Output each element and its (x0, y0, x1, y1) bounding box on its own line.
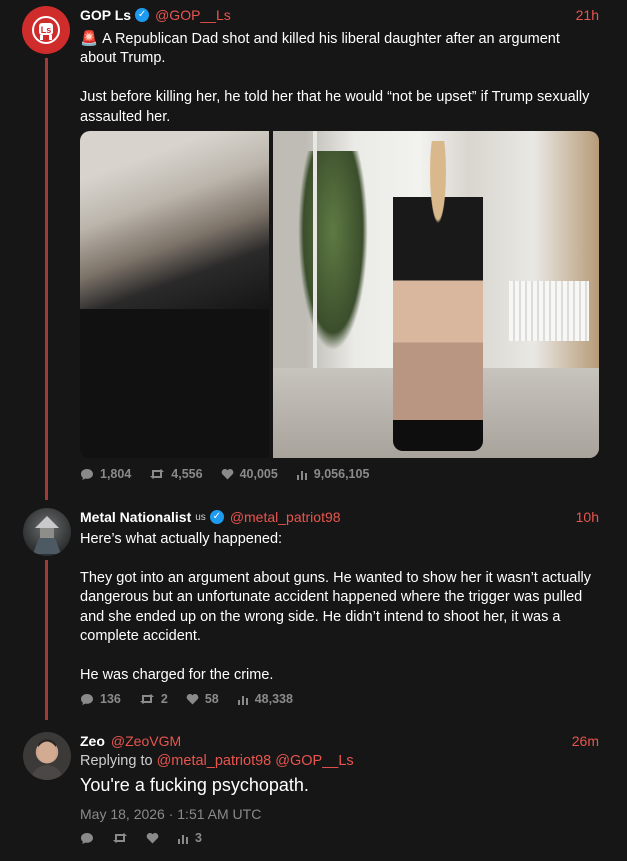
reply-count: 136 (100, 692, 121, 706)
flag-icon: us (195, 511, 206, 523)
retweet-stat[interactable] (112, 832, 128, 844)
views-count: 48,338 (254, 692, 293, 706)
reply-icon (81, 832, 93, 844)
tweet-media[interactable] (80, 131, 599, 458)
views-stat[interactable]: 9,056,105 (296, 467, 370, 481)
tweet-paragraph: They got into an argument about guns. He… (80, 569, 592, 645)
like-stat[interactable]: 40,005 (221, 467, 278, 481)
tweet[interactable]: Metal Nationalist us ✓ @metal_patriot98 … (80, 508, 599, 685)
views-icon (178, 834, 188, 844)
user-avatar-icon (31, 739, 63, 780)
author-handle[interactable]: @GOP__Ls (155, 7, 231, 23)
views-icon (237, 695, 248, 705)
soldier-avatar-icon (33, 516, 61, 554)
retweet-count: 4,556 (171, 467, 203, 481)
timestamp[interactable]: 21h (576, 7, 599, 23)
tweet-date[interactable]: May 18, 2026 · 1:51 AM UTC (80, 806, 599, 822)
replying-label: Replying to (80, 753, 153, 769)
gop-ls-logo-icon: Ls (32, 16, 60, 44)
reply-icon (81, 468, 93, 480)
avatar[interactable] (23, 508, 71, 556)
man-photo (80, 131, 269, 309)
heart-icon (146, 832, 159, 844)
verified-icon: ✓ (209, 510, 224, 524)
author-handle[interactable]: @ZeoVGM (111, 733, 181, 749)
retweet-count: 2 (160, 692, 168, 706)
retweet-icon (139, 694, 154, 704)
like-count: 58 (204, 692, 219, 706)
author-handle[interactable]: @metal_patriot98 (230, 509, 341, 525)
media-image[interactable] (273, 131, 599, 458)
like-stat[interactable]: 58 (186, 692, 219, 706)
retweet-stat[interactable]: 4,556 (149, 467, 203, 481)
views-stat[interactable]: 48,338 (237, 692, 293, 706)
views-stat[interactable]: 3 (177, 831, 202, 845)
reply-stat[interactable]: 1,804 (80, 467, 131, 481)
author-name[interactable]: Metal Nationalist (80, 509, 191, 525)
siren-icon: 🚨 (80, 31, 99, 47)
plant-shape (298, 151, 368, 351)
radiator-shape (509, 281, 589, 341)
like-stat[interactable] (146, 832, 159, 844)
heart-icon (186, 693, 199, 705)
reply-stat[interactable]: 136 (80, 692, 121, 706)
heart-icon (221, 468, 233, 480)
tweet[interactable]: GOP Ls ✓ @GOP__Ls 21h 🚨 A Republican Dad … (80, 6, 599, 127)
tweet-text: You're a fucking psychopath. (80, 775, 309, 795)
tweet-paragraph: A Republican Dad shot and killed his lib… (80, 31, 560, 67)
reply-stat[interactable] (80, 832, 94, 845)
avatar[interactable] (23, 732, 71, 780)
author-name[interactable]: Zeo (80, 733, 105, 749)
tweet-paragraph: Here’s what actually happened: (80, 531, 283, 547)
replying-to: Replying to @metal_patriot98 @GOP__Ls (80, 753, 599, 769)
thread-line (45, 560, 48, 720)
retweet-icon (150, 469, 165, 479)
retweet-icon (113, 833, 127, 843)
tweet-paragraph: He was charged for the crime. (80, 666, 274, 683)
woman-figure (393, 141, 483, 451)
reply-count: 1,804 (100, 467, 132, 481)
tweet-stats: 3 (80, 830, 202, 846)
thread-line (45, 58, 48, 500)
svg-text:Ls: Ls (41, 25, 52, 35)
tweet-text: Here’s what actually happened: They got … (80, 530, 599, 685)
views-count: 9,056,105 (313, 467, 370, 481)
tweet[interactable]: Zeo @ZeoVGM 26m Replying to @metal_patri… (80, 732, 599, 822)
timestamp[interactable]: 26m (572, 733, 599, 749)
tweet-paragraph: Just before killing her, he told her tha… (80, 89, 590, 125)
like-count: 40,005 (239, 467, 278, 481)
retweet-stat[interactable]: 2 (139, 692, 168, 706)
media-image[interactable] (80, 131, 269, 458)
tweet-stats: 1,804 4,556 40,005 9,056,105 (80, 466, 369, 482)
tweet-stats: 136 2 58 48,338 (80, 691, 293, 707)
views-count: 3 (195, 831, 202, 845)
reply-icon (81, 693, 93, 705)
replying-handles[interactable]: @metal_patriot98 @GOP__Ls (157, 753, 354, 769)
verified-icon: ✓ (135, 8, 150, 22)
timestamp[interactable]: 10h (576, 509, 599, 525)
tweet-text: 🚨 A Republican Dad shot and killed his li… (80, 30, 599, 127)
author-name[interactable]: GOP Ls (80, 7, 131, 23)
views-icon (296, 470, 307, 480)
avatar[interactable]: Ls (22, 6, 70, 54)
